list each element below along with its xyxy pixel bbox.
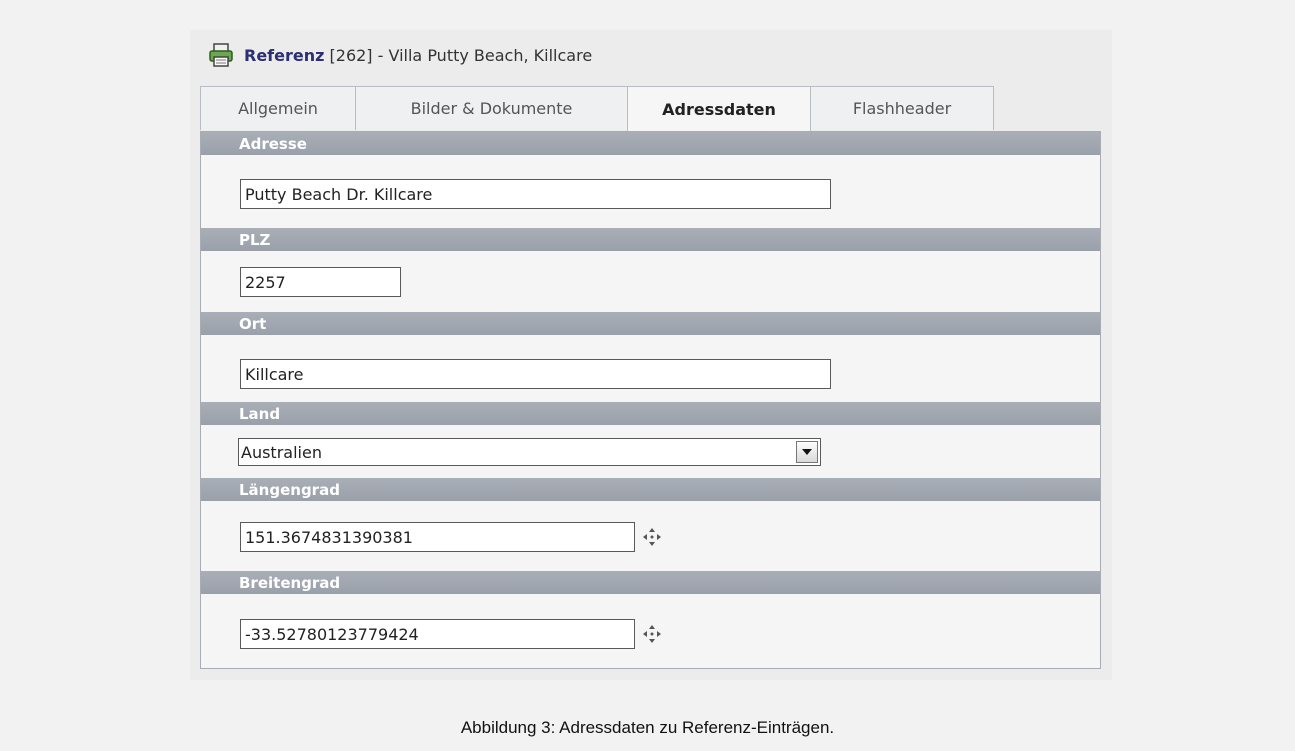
laengengrad-input[interactable]: 151.3674831390381 [240,522,635,552]
figure-caption: Abbildung 3: Adressdaten zu Referenz-Ein… [460,718,835,737]
land-select-value: Australien [241,442,322,462]
tab-adressdaten[interactable]: Adressdaten [627,86,811,132]
move-arrows-icon[interactable] [641,526,663,548]
tab-bilder-dokumente[interactable]: Bilder & Dokumente [355,86,628,130]
section-header-ort: Ort [201,312,1100,335]
plz-input[interactable]: 2257 [240,267,401,297]
tab-flashheader[interactable]: Flashheader [810,86,994,130]
section-header-adresse: Adresse [201,132,1100,155]
tab-bar: Allgemein Bilder & Dokumente Adressdaten… [200,86,994,132]
section-header-plz: PLZ [201,228,1100,251]
title-strong: Referenz [244,45,325,65]
breitengrad-input[interactable]: -33.52780123779424 [240,619,635,649]
title-rest: [262] - Villa Putty Beach, Killcare [324,45,593,65]
section-header-laengengrad: Längengrad [201,478,1100,501]
tab-allgemein[interactable]: Allgemein [200,86,356,130]
chevron-down-icon[interactable] [796,441,818,463]
panel-title: Referenz [262] - Villa Putty Beach, Kill… [208,40,592,70]
address-form: Adresse Putty Beach Dr. Killcare PLZ 225… [200,131,1101,669]
ort-input[interactable]: Killcare [240,359,831,389]
printer-icon [209,43,233,67]
section-header-land: Land [201,402,1100,425]
section-header-breitengrad: Breitengrad [201,571,1100,594]
adresse-input[interactable]: Putty Beach Dr. Killcare [240,179,831,209]
land-select[interactable]: Australien [238,438,821,466]
move-arrows-icon[interactable] [641,623,663,645]
